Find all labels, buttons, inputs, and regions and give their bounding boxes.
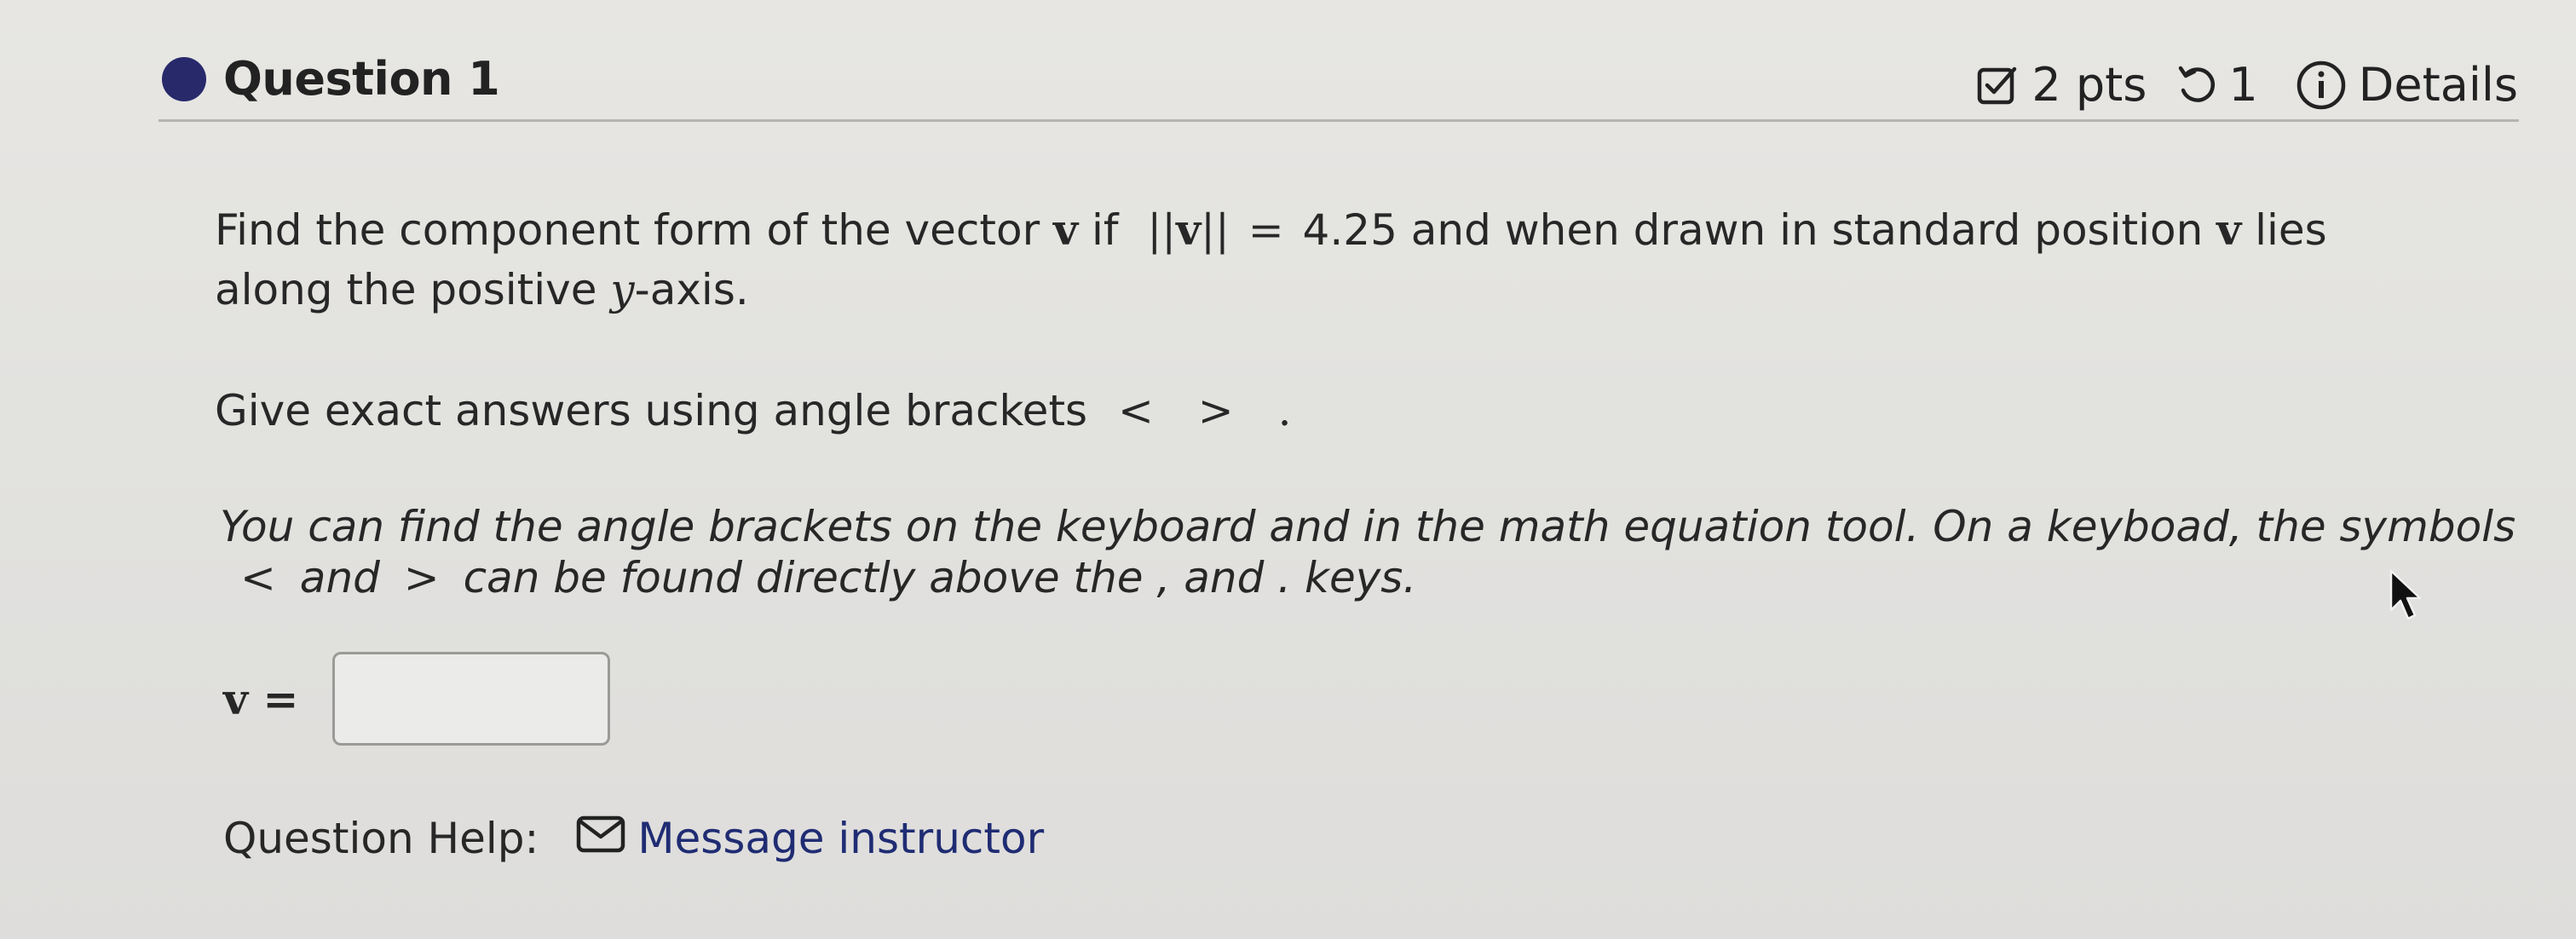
hint-line-2: < and > can be found directly above the … bbox=[240, 549, 1416, 607]
vector-v-norm: v bbox=[1176, 205, 1202, 255]
hint-line-1: You can find the angle brackets on the k… bbox=[220, 502, 2516, 551]
instruction-text: Give exact answers using angle brackets bbox=[215, 386, 1101, 435]
hint-and: and bbox=[285, 553, 394, 602]
problem-text-4: along the positive bbox=[215, 265, 611, 314]
vector-v-2: v bbox=[2216, 205, 2242, 255]
answer-row: v = bbox=[223, 652, 611, 746]
problem-text-3: lies bbox=[2241, 205, 2327, 255]
mouse-pointer-icon bbox=[2386, 569, 2425, 625]
problem-text-2: and when drawn in standard position bbox=[1397, 205, 2217, 255]
norm-open: || bbox=[1147, 205, 1177, 255]
info-circle-icon bbox=[2296, 60, 2347, 111]
hint-text-end: can be found directly above the , and . … bbox=[449, 553, 1417, 602]
magnitude-value: 4.25 bbox=[1302, 205, 1397, 255]
retry-icon bbox=[2175, 63, 2220, 107]
norm-close: || bbox=[1201, 205, 1230, 255]
question-help-label: Question Help: bbox=[223, 814, 539, 863]
points-indicator: 2 pts bbox=[1975, 58, 2147, 112]
attempts-label: 1 bbox=[2228, 58, 2258, 112]
header-divider bbox=[158, 119, 2519, 122]
problem-text: Find the component form of the vector bbox=[215, 205, 1054, 255]
greater-than-symbol: > bbox=[403, 553, 440, 602]
envelope-icon bbox=[576, 814, 637, 863]
question-help: Question Help: Message instructor bbox=[223, 814, 1044, 863]
problem-if: if bbox=[1078, 205, 1132, 255]
details-button[interactable]: Details bbox=[2296, 58, 2518, 112]
problem-text-5: -axis. bbox=[634, 265, 749, 314]
question-title: Question 1 bbox=[223, 52, 500, 106]
instruction-line: Give exact answers using angle brackets … bbox=[215, 382, 1306, 440]
question-header: Question 1 2 pts 1 Details bbox=[153, 26, 2518, 119]
vector-v: v bbox=[1053, 205, 1079, 255]
message-instructor-label: Message instructor bbox=[637, 814, 1045, 863]
question-meta: 2 pts 1 Details bbox=[1975, 58, 2518, 112]
answer-input[interactable] bbox=[332, 652, 611, 746]
message-instructor-link[interactable]: Message instructor bbox=[576, 814, 1044, 863]
problem-line-1: Find the component form of the vector v … bbox=[215, 201, 2327, 259]
points-label: 2 pts bbox=[2031, 58, 2147, 112]
question-status-dot bbox=[162, 57, 206, 101]
equals-sign: = bbox=[1234, 205, 1298, 255]
checkbox-pencil-icon bbox=[1975, 62, 2021, 108]
answer-label: v = bbox=[223, 673, 299, 724]
attempts-indicator: 1 bbox=[2175, 58, 2258, 112]
y-variable: y bbox=[610, 265, 635, 314]
angle-brackets: < > . bbox=[1118, 386, 1307, 435]
details-label: Details bbox=[2358, 58, 2518, 112]
less-than-symbol: < bbox=[240, 553, 276, 602]
problem-line-2: along the positive y-axis. bbox=[215, 261, 749, 319]
